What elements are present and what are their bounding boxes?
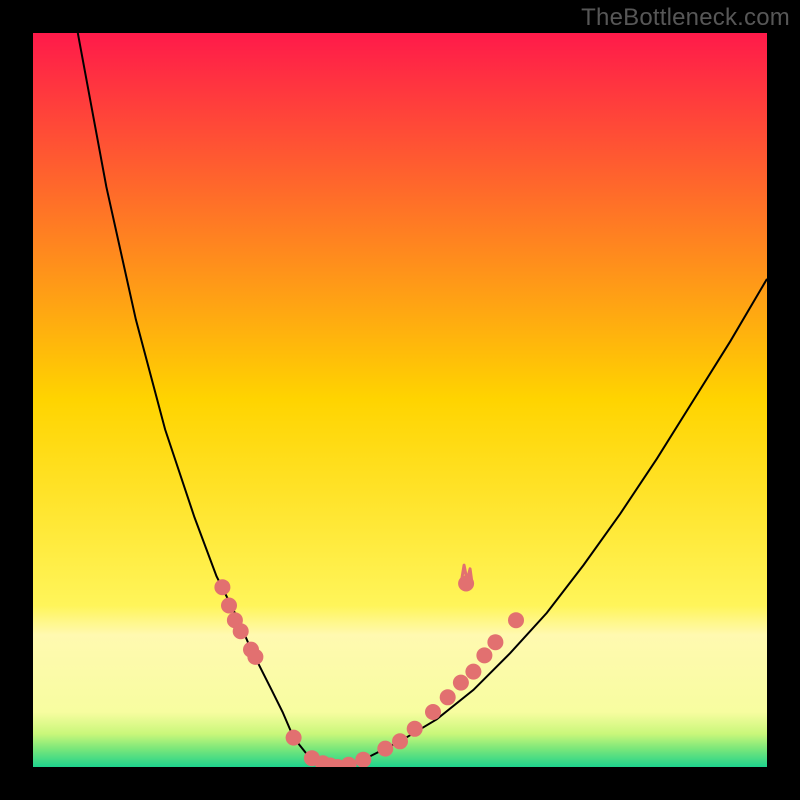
chart-frame: TheBottleneck.com — [0, 0, 800, 800]
watermark-text: TheBottleneck.com — [581, 4, 790, 32]
plot-area — [33, 33, 767, 767]
plot-svg — [33, 33, 767, 767]
